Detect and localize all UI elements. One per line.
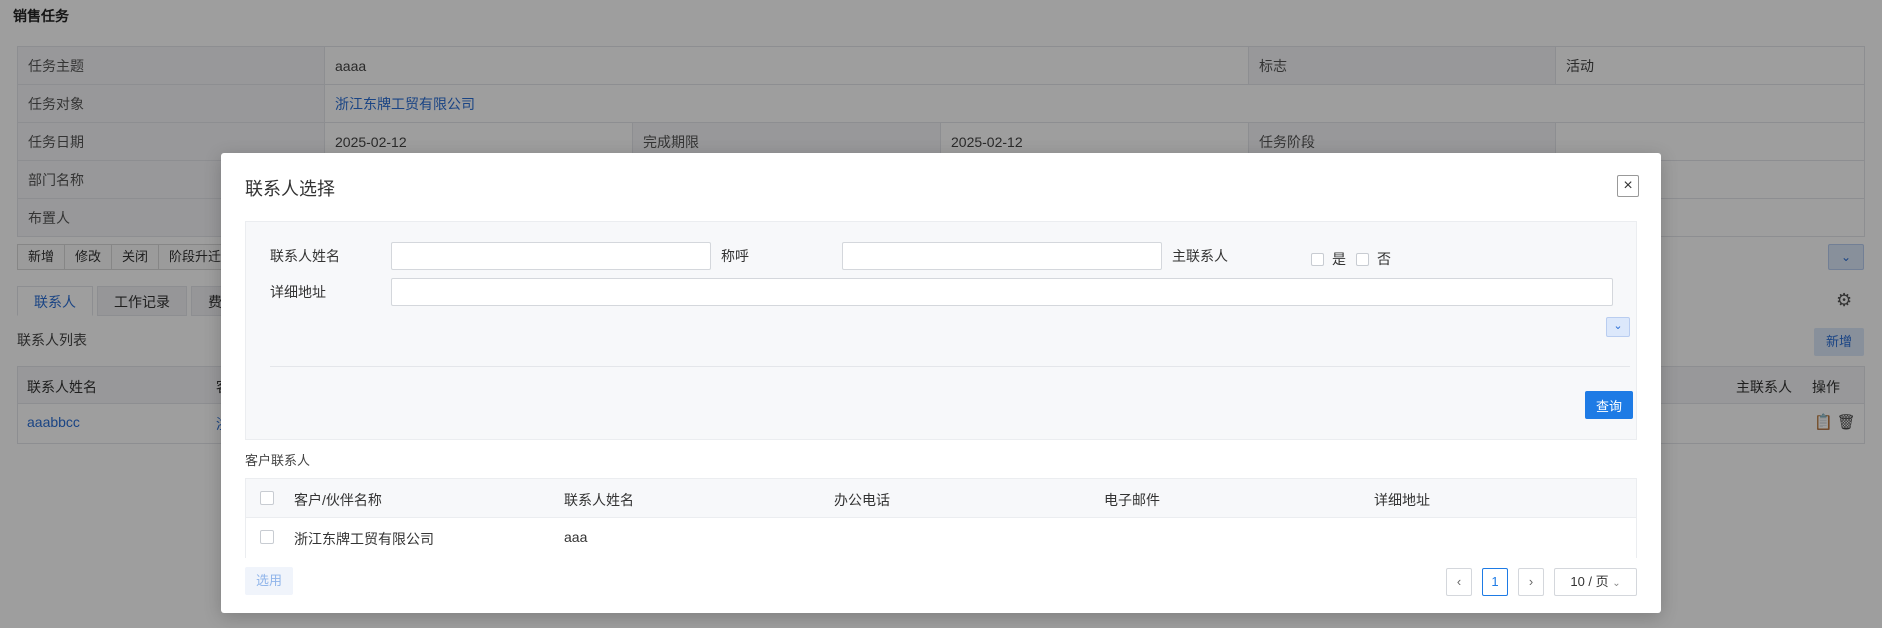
table-row[interactable]: 浙江东牌工贸有限公司 aaa (246, 518, 1636, 558)
customer-contacts-title: 客户联系人 (245, 453, 311, 468)
page-number-button[interactable]: 1 (1482, 568, 1508, 596)
chevron-down-icon[interactable]: ⌄ (1606, 317, 1630, 337)
panel-divider (270, 366, 1630, 367)
grid-header: 客户/伙伴名称 联系人姓名 办公电话 电子邮件 详细地址 (246, 479, 1636, 518)
primary-yes-checkbox[interactable] (1311, 252, 1324, 266)
column-header: 电子邮件 (1104, 492, 1160, 508)
column-header: 详细地址 (1374, 492, 1430, 508)
next-page-button[interactable]: › (1518, 568, 1544, 596)
column-header: 办公电话 (834, 492, 890, 508)
primary-no-label: 否 (1377, 251, 1391, 267)
column-header: 客户/伙伴名称 (294, 492, 382, 508)
primary-contact-options: 是 否 (1311, 249, 1401, 269)
chevron-down-icon: ⌄ (1612, 578, 1621, 589)
primary-no-checkbox[interactable] (1356, 252, 1369, 266)
search-panel: 联系人姓名 称呼 主联系人 是 否 详细地址 ⌄ 查询 (245, 221, 1637, 440)
salutation-input[interactable] (842, 242, 1162, 270)
select-all-checkbox[interactable] (260, 491, 274, 505)
contact-name-input[interactable] (391, 242, 711, 270)
contact-select-dialog: 联系人选择 × 联系人姓名 称呼 主联系人 是 否 详细地址 ⌄ 查询 客户联系… (221, 153, 1661, 613)
prev-page-button[interactable]: ‹ (1446, 568, 1472, 596)
contact-grid: 客户/伙伴名称 联系人姓名 办公电话 电子邮件 详细地址 浙江东牌工贸有限公司 … (245, 478, 1637, 558)
column-header: 联系人姓名 (564, 492, 634, 508)
primary-yes-label: 是 (1332, 251, 1346, 267)
salutation-label: 称呼 (721, 248, 749, 264)
dialog-title: 联系人选择 (245, 179, 335, 199)
contact-name-cell: aaa (564, 529, 588, 545)
primary-contact-label: 主联系人 (1172, 248, 1228, 264)
page-size-select[interactable]: 10 / 页 ⌄ (1554, 568, 1637, 596)
select-button[interactable]: 选用 (245, 567, 293, 595)
customer-name-cell: 浙江东牌工贸有限公司 (294, 531, 434, 547)
address-input[interactable] (391, 278, 1613, 306)
contact-name-label: 联系人姓名 (270, 248, 340, 264)
address-label: 详细地址 (270, 284, 326, 300)
query-button[interactable]: 查询 (1585, 391, 1633, 419)
close-icon[interactable]: × (1617, 175, 1639, 197)
row-checkbox[interactable] (260, 530, 274, 544)
page-size-value: 10 / 页 (1570, 574, 1609, 589)
